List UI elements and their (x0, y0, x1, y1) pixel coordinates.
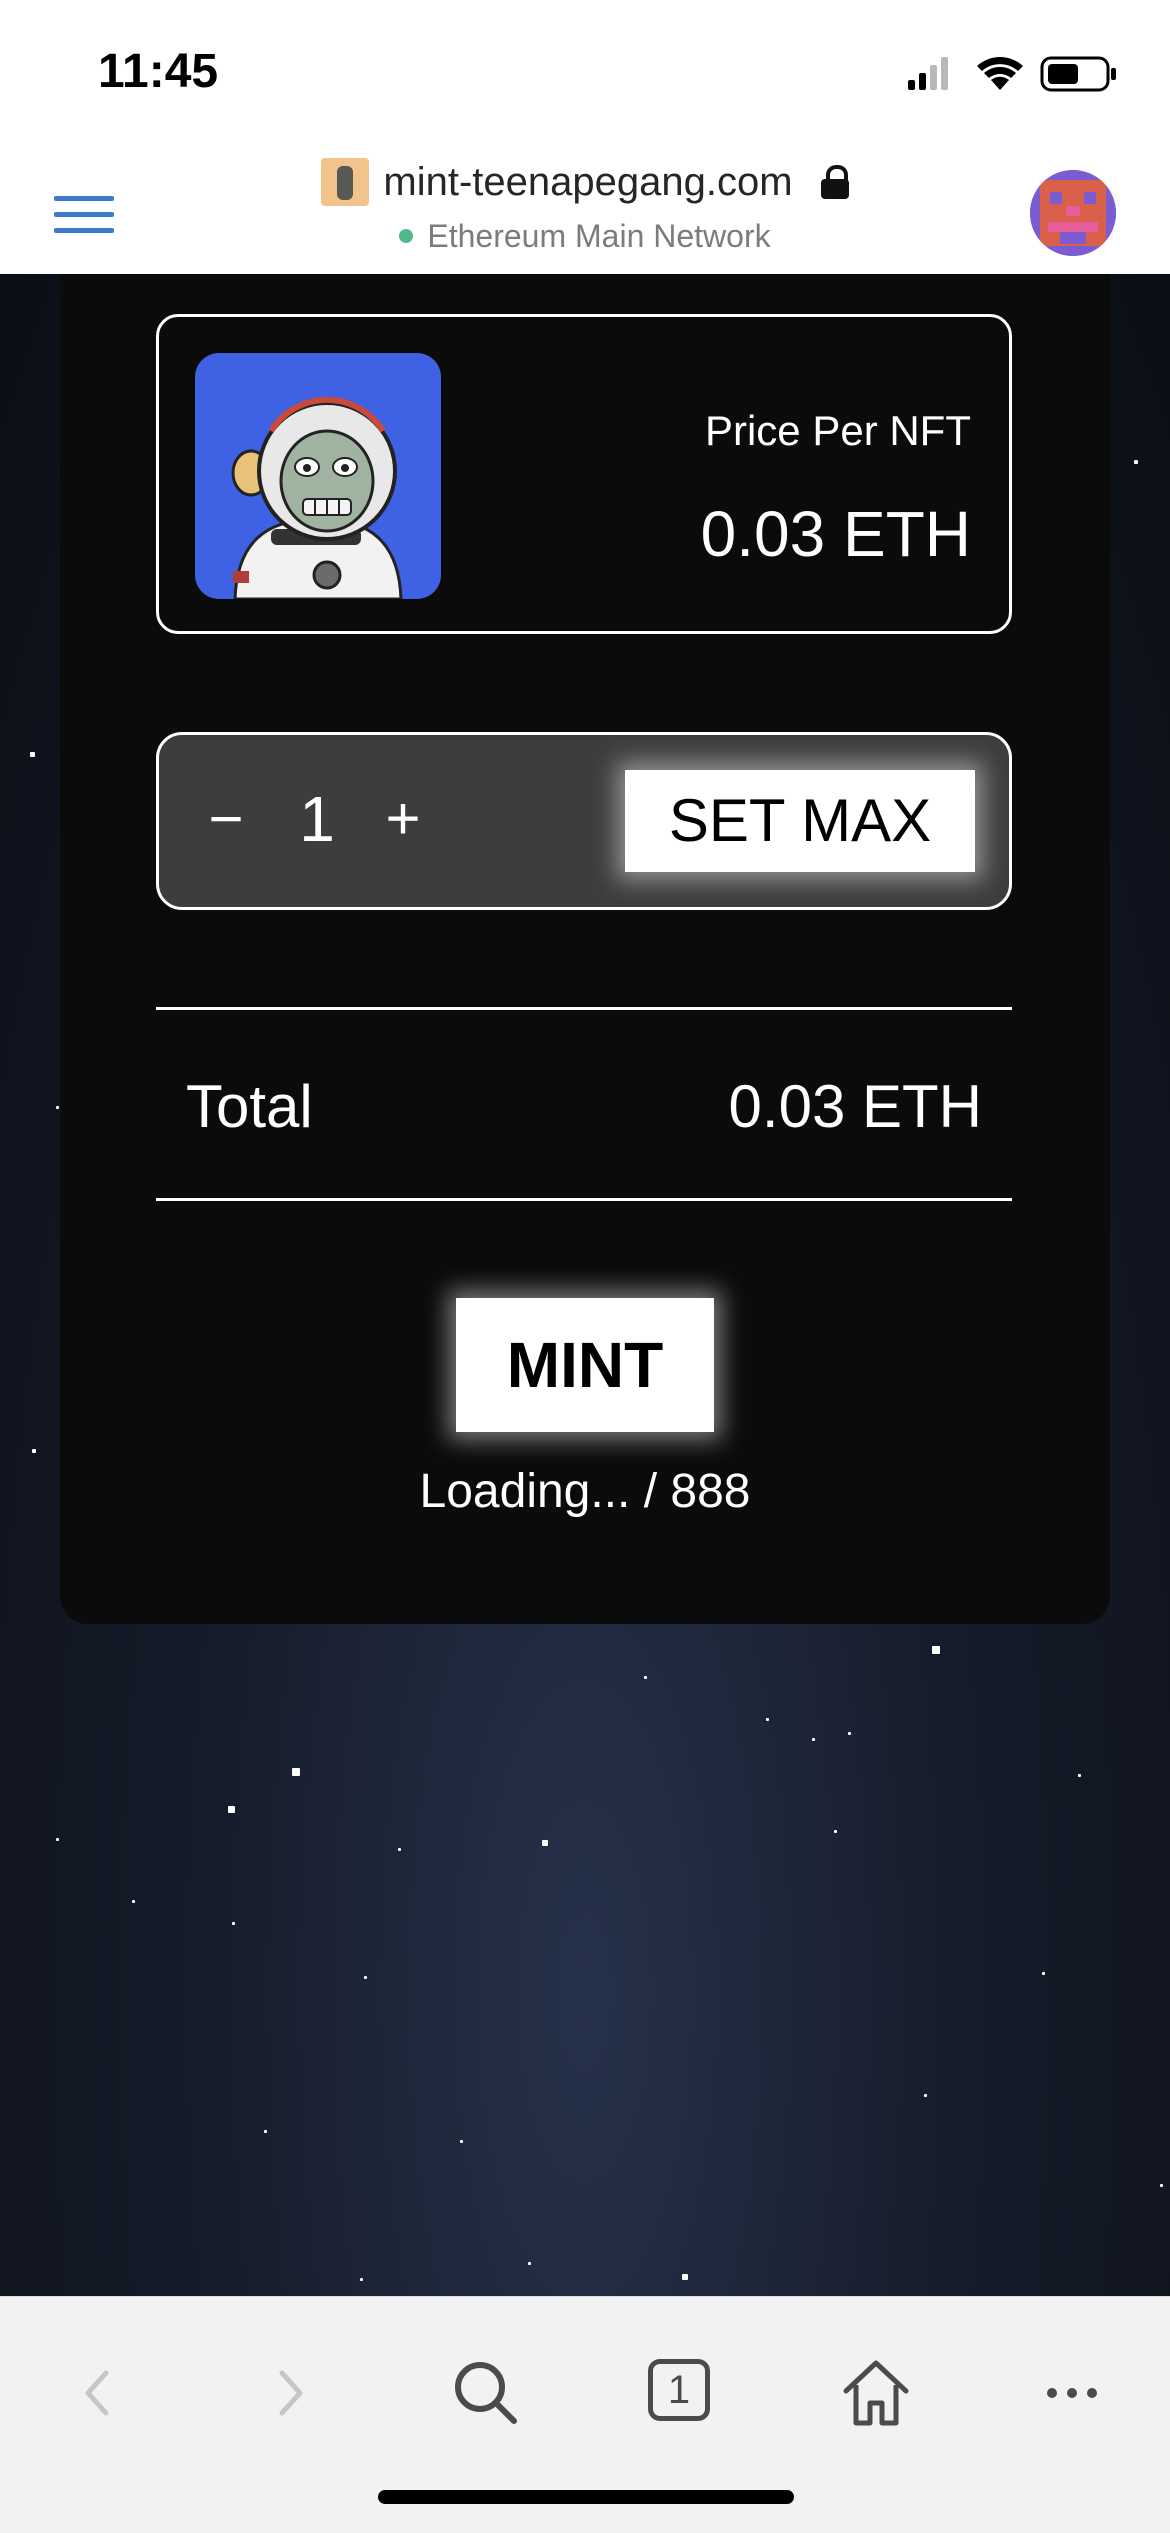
set-max-button[interactable]: SET MAX (625, 770, 975, 872)
tabs-button[interactable]: 1 (642, 2353, 722, 2433)
price-value: 0.03 ETH (700, 498, 971, 570)
quantity-selector: − 1 + SET MAX (156, 732, 1012, 910)
more-icon[interactable] (1032, 2353, 1112, 2433)
back-arrow-icon[interactable] (58, 2353, 138, 2433)
network-name: Ethereum Main Network (427, 218, 771, 254)
decrease-quantity-button[interactable]: − (201, 781, 251, 857)
divider-bottom (156, 1198, 1012, 1201)
mint-button[interactable]: MINT (456, 1298, 714, 1432)
divider-top (156, 1007, 1012, 1010)
network-indicator[interactable]: Ethereum Main Network (0, 218, 1170, 255)
status-icons (908, 56, 1116, 92)
astronaut-ape-icon (231, 396, 403, 599)
forward-arrow-icon[interactable] (250, 2353, 330, 2433)
nft-price-box: Price Per NFT 0.03 ETH (156, 314, 1012, 634)
wifi-icon (977, 57, 1023, 90)
site-favicon-icon (321, 158, 370, 206)
lock-icon (820, 165, 849, 199)
total-label: Total (186, 1073, 313, 1140)
browser-header: mint-teenapegang.com Ethereum Main Netwo… (0, 140, 1170, 275)
supply-status: Loading... / 888 (419, 1465, 751, 1518)
home-indicator (378, 2490, 794, 2504)
battery-icon (1040, 56, 1116, 92)
price-label: Price Per NFT (704, 407, 971, 454)
identicon-icon (1030, 170, 1116, 256)
network-status-dot-icon (399, 228, 414, 243)
mint-card: Price Per NFT 0.03 ETH − 1 + SET MAX Tot… (60, 274, 1110, 1624)
url-bar[interactable]: mint-teenapegang.com (0, 158, 1170, 216)
quantity-value: 1 (299, 783, 335, 855)
nft-preview-image (195, 353, 441, 599)
cellular-signal-icon (908, 57, 948, 90)
home-icon[interactable] (836, 2353, 916, 2433)
total-value: 0.03 ETH (728, 1073, 982, 1140)
increase-quantity-button[interactable]: + (373, 781, 433, 857)
status-time: 11:45 (98, 45, 219, 98)
account-avatar[interactable] (1030, 170, 1116, 256)
status-bar: 11:45 (0, 0, 1170, 140)
url-text: mint-teenapegang.com (383, 159, 793, 204)
tab-count: 1 (667, 2368, 691, 2412)
search-icon[interactable] (446, 2353, 526, 2433)
